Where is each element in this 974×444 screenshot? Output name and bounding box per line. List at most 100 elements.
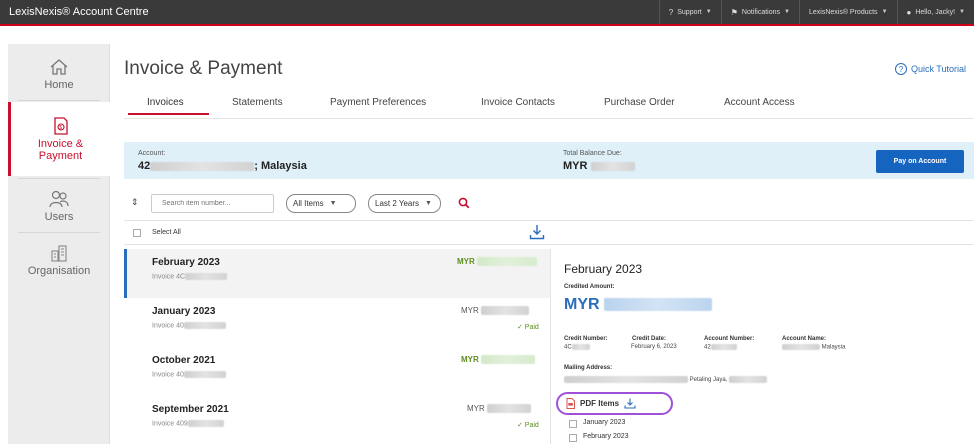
- pdf-item-checkbox[interactable]: [569, 434, 577, 442]
- sidebar-item-label: Users: [44, 210, 74, 223]
- sidebar-item-organisation[interactable]: Organisation: [8, 238, 110, 282]
- help-icon: ?: [668, 7, 674, 17]
- flag-icon: ⚑: [730, 7, 738, 17]
- notifications-label: Notifications: [741, 8, 781, 16]
- account-value: 42 ; Malaysia: [138, 160, 307, 172]
- invoice-number-prefix: Invoice 40: [152, 371, 184, 379]
- notifications-menu[interactable]: ⚑ Notifications ▼: [720, 0, 799, 24]
- filter-divider: [124, 220, 974, 221]
- balance-currency: MYR: [563, 160, 588, 172]
- building-icon: [51, 244, 67, 262]
- select-all-checkbox[interactable]: [133, 229, 141, 237]
- account-name-country: Malaysia: [821, 344, 846, 351]
- invoice-icon: $: [53, 116, 68, 135]
- sidebar-item-home[interactable]: Home: [8, 50, 110, 98]
- tab-statements[interactable]: Statements: [232, 97, 283, 108]
- credited-currency: MYR: [564, 296, 600, 313]
- sort-icon[interactable]: ⇕: [131, 197, 139, 208]
- account-number-value: 42: [704, 344, 737, 351]
- redacted-text: [185, 273, 228, 280]
- account-name-label: Account Name:: [782, 336, 827, 342]
- account-country: ; Malaysia: [254, 160, 307, 172]
- chevron-down-icon: ▼: [784, 9, 790, 15]
- invoice-currency: MYR: [461, 306, 479, 315]
- quick-tutorial-link[interactable]: ? Quick Tutorial: [894, 63, 966, 75]
- pdf-file-icon: [566, 398, 575, 409]
- invoice-number: Invoice 40: [152, 322, 226, 329]
- item-type-value: All Items: [293, 199, 324, 208]
- tab-account-access[interactable]: Account Access: [724, 97, 795, 108]
- user-menu[interactable]: ● Hello, Jacky! ▼: [896, 0, 974, 24]
- redacted-text: [183, 322, 226, 329]
- invoice-number-prefix: Invoice 409: [152, 420, 188, 428]
- credit-number-label: Credit Number:: [564, 336, 608, 342]
- invoice-row[interactable]: February 2023 Invoice 4C MYR: [124, 249, 550, 298]
- pdf-items-button[interactable]: PDF Items: [556, 392, 673, 415]
- invoice-number-prefix: Invoice 4C: [152, 273, 186, 281]
- sidebar-divider: [18, 232, 100, 233]
- redacted-text: [590, 161, 635, 171]
- invoice-currency: MYR: [457, 257, 475, 266]
- support-label: Support: [677, 8, 702, 16]
- account-number-prefix: 42: [138, 160, 151, 172]
- credited-amount-label: Credited Amount:: [564, 284, 615, 290]
- tab-payment-preferences[interactable]: Payment Preferences: [330, 97, 426, 108]
- home-icon: [50, 58, 68, 75]
- chevron-down-icon: ▼: [959, 9, 965, 15]
- sidebar-divider: [18, 178, 100, 179]
- download-icon: [624, 398, 636, 409]
- pdf-item-label: February 2023: [583, 433, 629, 440]
- sidebar-item-label: Home: [44, 78, 74, 91]
- invoice-currency: MYR: [467, 404, 485, 413]
- account-number-prefix: 42: [704, 344, 711, 351]
- period-select[interactable]: Last 2 Years ▼: [368, 194, 441, 213]
- tab-purchase-order[interactable]: Purchase Order: [604, 97, 675, 108]
- invoice-number-prefix: Invoice 40: [152, 322, 184, 330]
- search-input[interactable]: [151, 194, 274, 213]
- users-icon: [49, 190, 69, 207]
- redacted-text: [710, 344, 737, 350]
- invoice-amount: MYR: [467, 404, 532, 414]
- mailing-address-value: Petaling Jaya,: [564, 376, 768, 384]
- balance-label: Total Balance Due:: [563, 150, 622, 157]
- svg-text:$: $: [59, 125, 62, 131]
- quick-tutorial-label: Quick Tutorial: [910, 64, 966, 74]
- invoice-currency: MYR: [461, 355, 479, 364]
- pdf-item-checkbox[interactable]: [569, 420, 577, 428]
- download-icon[interactable]: [529, 224, 545, 240]
- redacted-text: [729, 376, 768, 383]
- redacted-text: [187, 420, 224, 427]
- tab-invoice-contacts[interactable]: Invoice Contacts: [481, 97, 555, 108]
- item-type-select[interactable]: All Items ▼: [286, 194, 356, 213]
- support-menu[interactable]: ? Support ▼: [658, 0, 721, 24]
- invoice-amount: MYR: [457, 257, 538, 267]
- redacted-text: [477, 257, 538, 267]
- search-icon[interactable]: [458, 197, 470, 209]
- account-name-value: Malaysia: [782, 344, 845, 351]
- mailing-address-label: Mailing Address:: [564, 365, 613, 371]
- account-label: Account:: [138, 150, 166, 157]
- products-menu[interactable]: LexisNexis® Products ▼: [798, 0, 897, 24]
- invoice-row[interactable]: January 2023 Invoice 40 MYR ✓ Paid: [124, 298, 550, 347]
- sidebar-item-users[interactable]: Users: [8, 184, 110, 228]
- invoice-amount: MYR: [461, 306, 530, 316]
- credit-date-label: Credit Date:: [632, 336, 667, 342]
- invoice-month: February 2023: [152, 257, 220, 268]
- pdf-items-label: PDF Items: [580, 399, 620, 408]
- page-title: Invoice & Payment: [124, 58, 283, 79]
- sidebar: Home $ Invoice & Payment Users Organisat…: [8, 44, 110, 444]
- invoice-row[interactable]: September 2021 Invoice 409 MYR ✓ Paid: [124, 396, 550, 444]
- sidebar-item-label: Organisation: [27, 264, 91, 277]
- invoice-row[interactable]: October 2021 Invoice 40 MYR: [124, 347, 550, 396]
- period-value: Last 2 Years: [375, 199, 420, 208]
- pdf-item-label: January 2023: [583, 419, 626, 426]
- chevron-down-icon: ▼: [425, 200, 432, 207]
- tab-invoices[interactable]: Invoices: [147, 97, 184, 108]
- user-greeting: Hello, Jacky!: [915, 8, 956, 16]
- sidebar-item-invoice-payment[interactable]: $ Invoice & Payment: [8, 102, 110, 176]
- mailing-city: Petaling Jaya,: [689, 377, 728, 384]
- pay-on-account-button[interactable]: Pay on Account: [876, 150, 964, 173]
- detail-title: February 2023: [564, 262, 643, 276]
- invoice-month: September 2021: [152, 404, 229, 415]
- app-brand[interactable]: LexisNexis® Account Centre: [9, 6, 149, 18]
